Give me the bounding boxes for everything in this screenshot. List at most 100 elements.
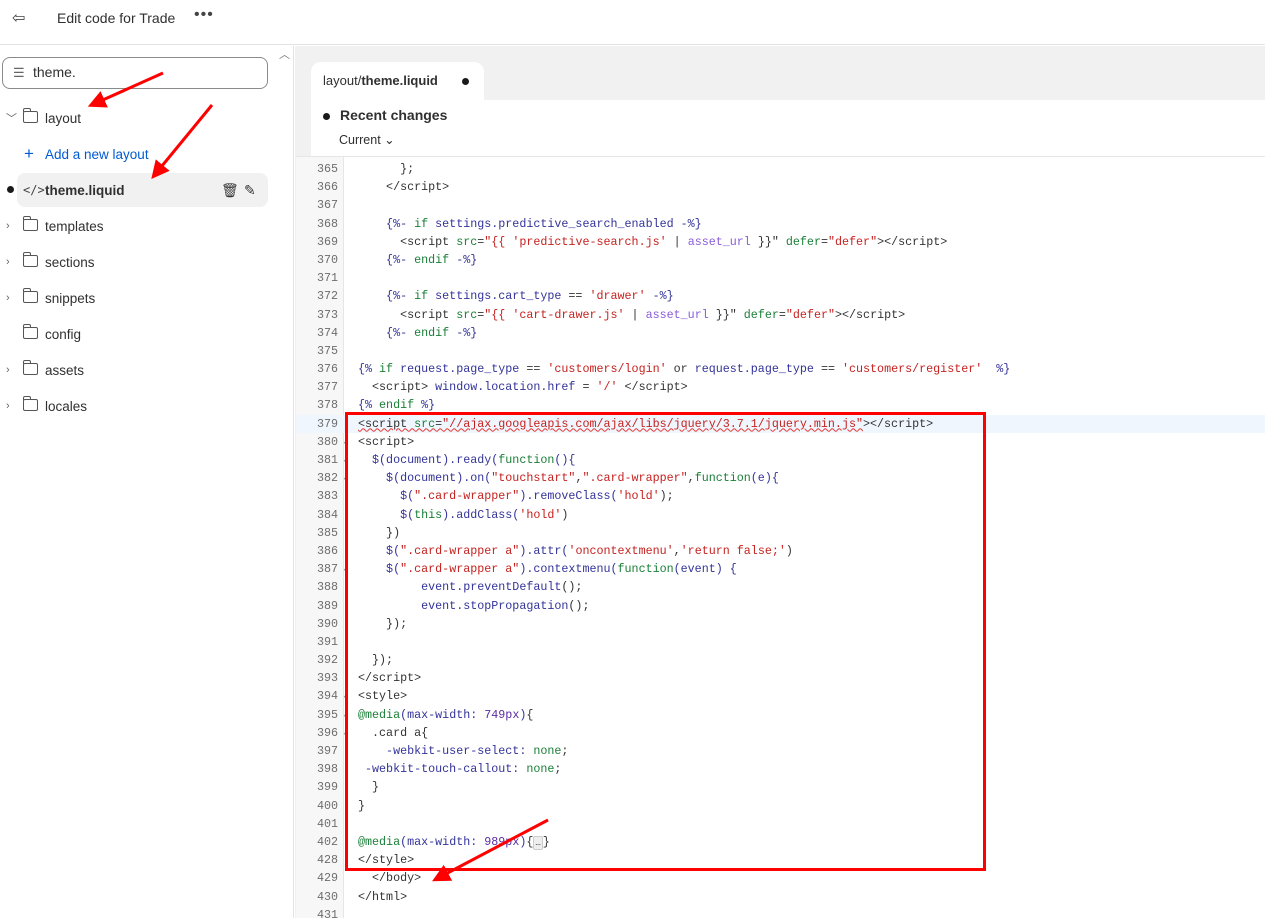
code-line[interactable]: 377 <script> window.location.href = '/' …: [296, 378, 1265, 396]
code-line[interactable]: 383 $(".card-wrapper").removeClass('hold…: [296, 487, 1265, 505]
folder-config[interactable]: config: [0, 317, 268, 351]
folder-templates[interactable]: › templates: [0, 209, 268, 243]
code-line[interactable]: 375: [296, 342, 1265, 360]
tab-theme-liquid[interactable]: layout/theme.liquid: [311, 62, 484, 100]
code-token: $(document).on(: [358, 471, 492, 486]
code-token: @media: [358, 707, 401, 722]
exit-icon[interactable]: ⇦: [12, 8, 25, 28]
folder-sections[interactable]: › sections: [0, 245, 268, 279]
code-token: ".card-wrapper a": [400, 562, 520, 577]
folder-label: templates: [45, 218, 104, 234]
code-line[interactable]: 394 ▾ <style>: [296, 687, 1265, 705]
code-line[interactable]: 365 };: [296, 160, 1265, 178]
code-token: {: [526, 834, 534, 849]
code-token: event.stopPropagation: [358, 598, 569, 613]
code-file-icon: </>: [23, 183, 45, 197]
code-line[interactable]: 366 </script>: [296, 178, 1265, 196]
code-token: });: [358, 653, 394, 668]
more-actions-button[interactable]: •••: [194, 6, 214, 24]
line-number: 378: [316, 398, 338, 413]
folder-locales[interactable]: › locales: [0, 389, 268, 423]
code-line[interactable]: 389 event.stopPropagation();: [296, 597, 1265, 615]
line-number: 391: [316, 634, 338, 649]
code-line[interactable]: 385 }): [296, 524, 1265, 542]
code-line[interactable]: 373 <script src = "{{ 'cart-drawer.js' | a…: [296, 306, 1265, 324]
line-code: {%- if settings.predictive_search_enable…: [358, 215, 702, 233]
code-line[interactable]: 384 $(this).addClass('hold'): [296, 506, 1265, 524]
file-theme-liquid[interactable]: </> theme.liquid 🗑 ✎: [17, 173, 268, 207]
line-code: .card a{: [358, 724, 428, 742]
code-line[interactable]: 429 </body>: [296, 869, 1265, 887]
code-line[interactable]: 386 $(".card-wrapper a").attr('oncontext…: [296, 542, 1265, 560]
recent-changes-label: Recent changes: [340, 107, 448, 123]
folder-assets[interactable]: › assets: [0, 353, 268, 387]
code-line[interactable]: 430 </html>: [296, 888, 1265, 906]
code-token: (){: [554, 453, 576, 467]
add-layout-link[interactable]: + Add a new layout: [0, 137, 268, 171]
code-token: ==: [820, 362, 842, 377]
code-line[interactable]: 401: [296, 815, 1265, 833]
folded-code-button[interactable]: …: [533, 835, 543, 850]
line-number: 365: [316, 162, 338, 176]
code-token: ></script>: [877, 234, 948, 249]
rename-icon[interactable]: ✎: [244, 182, 256, 199]
version-dropdown[interactable]: Current ⌄: [339, 132, 395, 147]
code-line[interactable]: 396 ▾ .card a{: [296, 724, 1265, 742]
code-line[interactable]: 398 -webkit-touch-callout: none;: [296, 760, 1265, 778]
code-line[interactable]: 390 });: [296, 615, 1265, 633]
code-token: }: [358, 798, 366, 813]
code-line[interactable]: 395 ▾ @media(max-width: 749px){: [296, 706, 1265, 724]
code-line[interactable]: 368 {%- if settings.predictive_search_en…: [296, 215, 1265, 233]
folder-snippets[interactable]: › snippets: [0, 281, 268, 315]
code-line[interactable]: 370 {%- endif -%}: [296, 251, 1265, 269]
code-token: 'oncontextmenu': [568, 543, 674, 558]
code-token: <script: [358, 234, 457, 249]
file-search-input[interactable]: [33, 64, 253, 80]
line-number: 384: [316, 507, 338, 522]
code-token: ).removeClass(: [519, 489, 618, 504]
code-line[interactable]: 367: [296, 196, 1265, 214]
code-line[interactable]: 378 {% endif %}: [296, 396, 1265, 414]
code-token: ).contextmenu(: [519, 562, 618, 577]
scroll-up-icon[interactable]: ︿: [279, 46, 290, 62]
code-line[interactable]: 391: [296, 633, 1265, 651]
code-line[interactable]: 431: [296, 906, 1265, 918]
code-line[interactable]: 374 {%- endif -%}: [296, 324, 1265, 342]
code-line[interactable]: 388 event.preventDefault();: [296, 578, 1265, 596]
code-line[interactable]: 428 </style>: [296, 851, 1265, 869]
code-line[interactable]: 376 {% if request.page_type == 'customers…: [296, 360, 1265, 378]
code-line[interactable]: 399 }: [296, 778, 1265, 796]
code-token: (e){: [750, 471, 779, 486]
file-search[interactable]: ☰: [2, 57, 268, 89]
code-line[interactable]: 392 });: [296, 651, 1265, 669]
code-token: ></script>: [863, 416, 934, 431]
delete-icon[interactable]: 🗑: [221, 182, 239, 199]
code-token: ==: [568, 289, 590, 304]
code-line[interactable]: 379 <script src="//ajax.googleapis.com/aj…: [296, 414, 1265, 433]
code-line[interactable]: 393 </script>: [296, 669, 1265, 687]
code-line[interactable]: 402 @media(max-width: 989px){…}: [296, 833, 1265, 851]
code-line[interactable]: 369 <script src = "{{ 'predictive-search.j…: [296, 233, 1265, 251]
code-line[interactable]: 372 {%- if settings.cart_type == 'drawer…: [296, 287, 1265, 305]
code-token: "touchstart": [491, 471, 576, 486]
code-line[interactable]: 371: [296, 269, 1265, 287]
code-line[interactable]: 400}: [296, 797, 1265, 815]
code-line[interactable]: 380 ▾ <script>: [296, 433, 1265, 451]
code-line[interactable]: 397 -webkit-user-select: none;: [296, 742, 1265, 760]
line-number: 373: [316, 307, 338, 322]
code-editor[interactable]: 365 }; 366 </script> 367 368 {%- if setting…: [296, 156, 1265, 918]
code-token: $(document).ready(: [358, 453, 499, 467]
code-lines[interactable]: 365 }; 366 </script> 367 368 {%- if setting…: [296, 160, 1265, 918]
code-line[interactable]: 387 ▾ $(".card-wrapper a").contextmenu(fu…: [296, 560, 1265, 578]
line-number: 388: [316, 580, 338, 595]
line-code: };: [358, 160, 414, 178]
code-line[interactable]: 381 ▾ $(document).ready(function(){: [296, 451, 1265, 469]
file-sidebar: ︿ ☰ ﹀ layout + Add a new layout </> them…: [0, 46, 294, 918]
chevron-right-icon: ›: [6, 220, 10, 232]
code-token: event.preventDefault: [358, 580, 562, 595]
code-token: </script>: [358, 671, 422, 686]
code-token: function: [694, 471, 751, 486]
folder-layout[interactable]: ﹀ layout: [0, 101, 268, 135]
code-token: $(: [358, 543, 401, 558]
code-line[interactable]: 382 ▾ $(document).on("touchstart",".card-…: [296, 469, 1265, 487]
